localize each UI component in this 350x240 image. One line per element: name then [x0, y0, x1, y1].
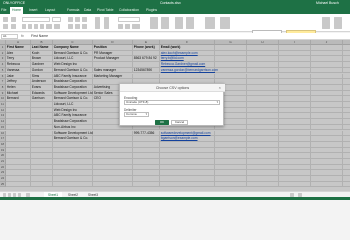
sort-icon[interactable] [150, 17, 158, 29]
tab-file[interactable]: File [1, 7, 6, 14]
formula-input[interactable]: First Name [31, 33, 48, 40]
chevron-down-icon: ▾ [216, 100, 218, 104]
title-bar: ONLYOFFICE Contacts.xlsx Michael Busch [0, 0, 350, 7]
decimal-icon[interactable] [132, 24, 140, 29]
document-title: Contacts.xlsx [160, 1, 181, 5]
formula-bar: A1 fx First Name [0, 33, 350, 40]
font-size-select[interactable] [52, 17, 61, 22]
encoding-value: Unicode (UTF-8) [126, 100, 149, 104]
bold-icon[interactable] [22, 24, 26, 29]
tab-formula[interactable]: Formula [67, 7, 79, 14]
chevron-down-icon: ▾ [145, 112, 147, 116]
user-name[interactable]: Michael Busch [316, 0, 339, 7]
align-left-icon[interactable] [68, 24, 73, 29]
tab-home[interactable]: Home [10, 7, 24, 14]
encoding-select[interactable]: Unicode (UTF-8) ▾ [124, 100, 220, 105]
app-logo: ONLYOFFICE [3, 1, 26, 5]
delete-cells-icon[interactable] [186, 17, 194, 29]
align-center-icon[interactable] [75, 24, 80, 29]
name-box[interactable]: A1 [1, 34, 18, 39]
wrap-text-icon[interactable] [95, 17, 100, 29]
align-top-icon[interactable] [68, 17, 73, 22]
csv-options-dialog: Choose CSV options × Encoding Unicode (U… [119, 83, 225, 126]
number-format-select[interactable] [118, 17, 140, 22]
tab-data[interactable]: Data [84, 7, 91, 14]
tab-pivot-table[interactable]: Pivot Table [97, 7, 114, 14]
italic-icon[interactable] [28, 24, 32, 29]
copy-icon[interactable] [3, 17, 8, 22]
align-middle-icon[interactable] [75, 17, 80, 22]
dialog-title: Choose CSV options [120, 84, 225, 92]
conditional-format-icon[interactable] [205, 17, 215, 29]
fill-color-icon[interactable] [46, 24, 52, 29]
find-icon[interactable] [322, 17, 330, 29]
spreadsheet-app: ONLYOFFICE Contacts.xlsx Michael Busch F… [0, 0, 350, 200]
strikethrough-icon[interactable] [40, 24, 44, 29]
ribbon-toolbar: Normal Neutral [0, 14, 350, 39]
filter-icon[interactable] [161, 17, 169, 29]
font-color-icon[interactable] [54, 24, 60, 29]
cut-icon[interactable] [11, 17, 16, 22]
close-icon[interactable]: × [219, 84, 221, 92]
function-icon[interactable]: fx [21, 33, 24, 40]
font-family-select[interactable] [22, 17, 50, 22]
align-right-icon[interactable] [82, 24, 87, 29]
align-bottom-icon[interactable] [82, 17, 87, 22]
merge-cells-icon[interactable] [104, 17, 109, 29]
tab-collaboration[interactable]: Collaboration [119, 7, 139, 14]
status-bar [0, 197, 350, 200]
cancel-button[interactable]: Cancel [171, 120, 188, 125]
tab-layout[interactable]: Layout [45, 7, 55, 14]
percent-icon[interactable] [118, 24, 123, 29]
underline-icon[interactable] [34, 24, 38, 29]
ribbon-tabs: File Home Insert Layout Formula Data Piv… [0, 7, 350, 14]
format-painter-icon[interactable] [11, 24, 16, 29]
tab-insert[interactable]: Insert [29, 7, 37, 14]
delimiter-select[interactable]: Comma ▾ [124, 112, 149, 117]
table-template-icon[interactable] [220, 17, 230, 29]
ok-button[interactable]: OK [155, 120, 169, 125]
comma-icon[interactable] [125, 24, 130, 29]
delimiter-value: Comma [126, 112, 137, 116]
settings-icon[interactable] [334, 17, 342, 29]
tab-plugins[interactable]: Plugins [146, 7, 157, 14]
insert-cells-icon[interactable] [175, 17, 183, 29]
paste-icon[interactable] [3, 24, 8, 29]
